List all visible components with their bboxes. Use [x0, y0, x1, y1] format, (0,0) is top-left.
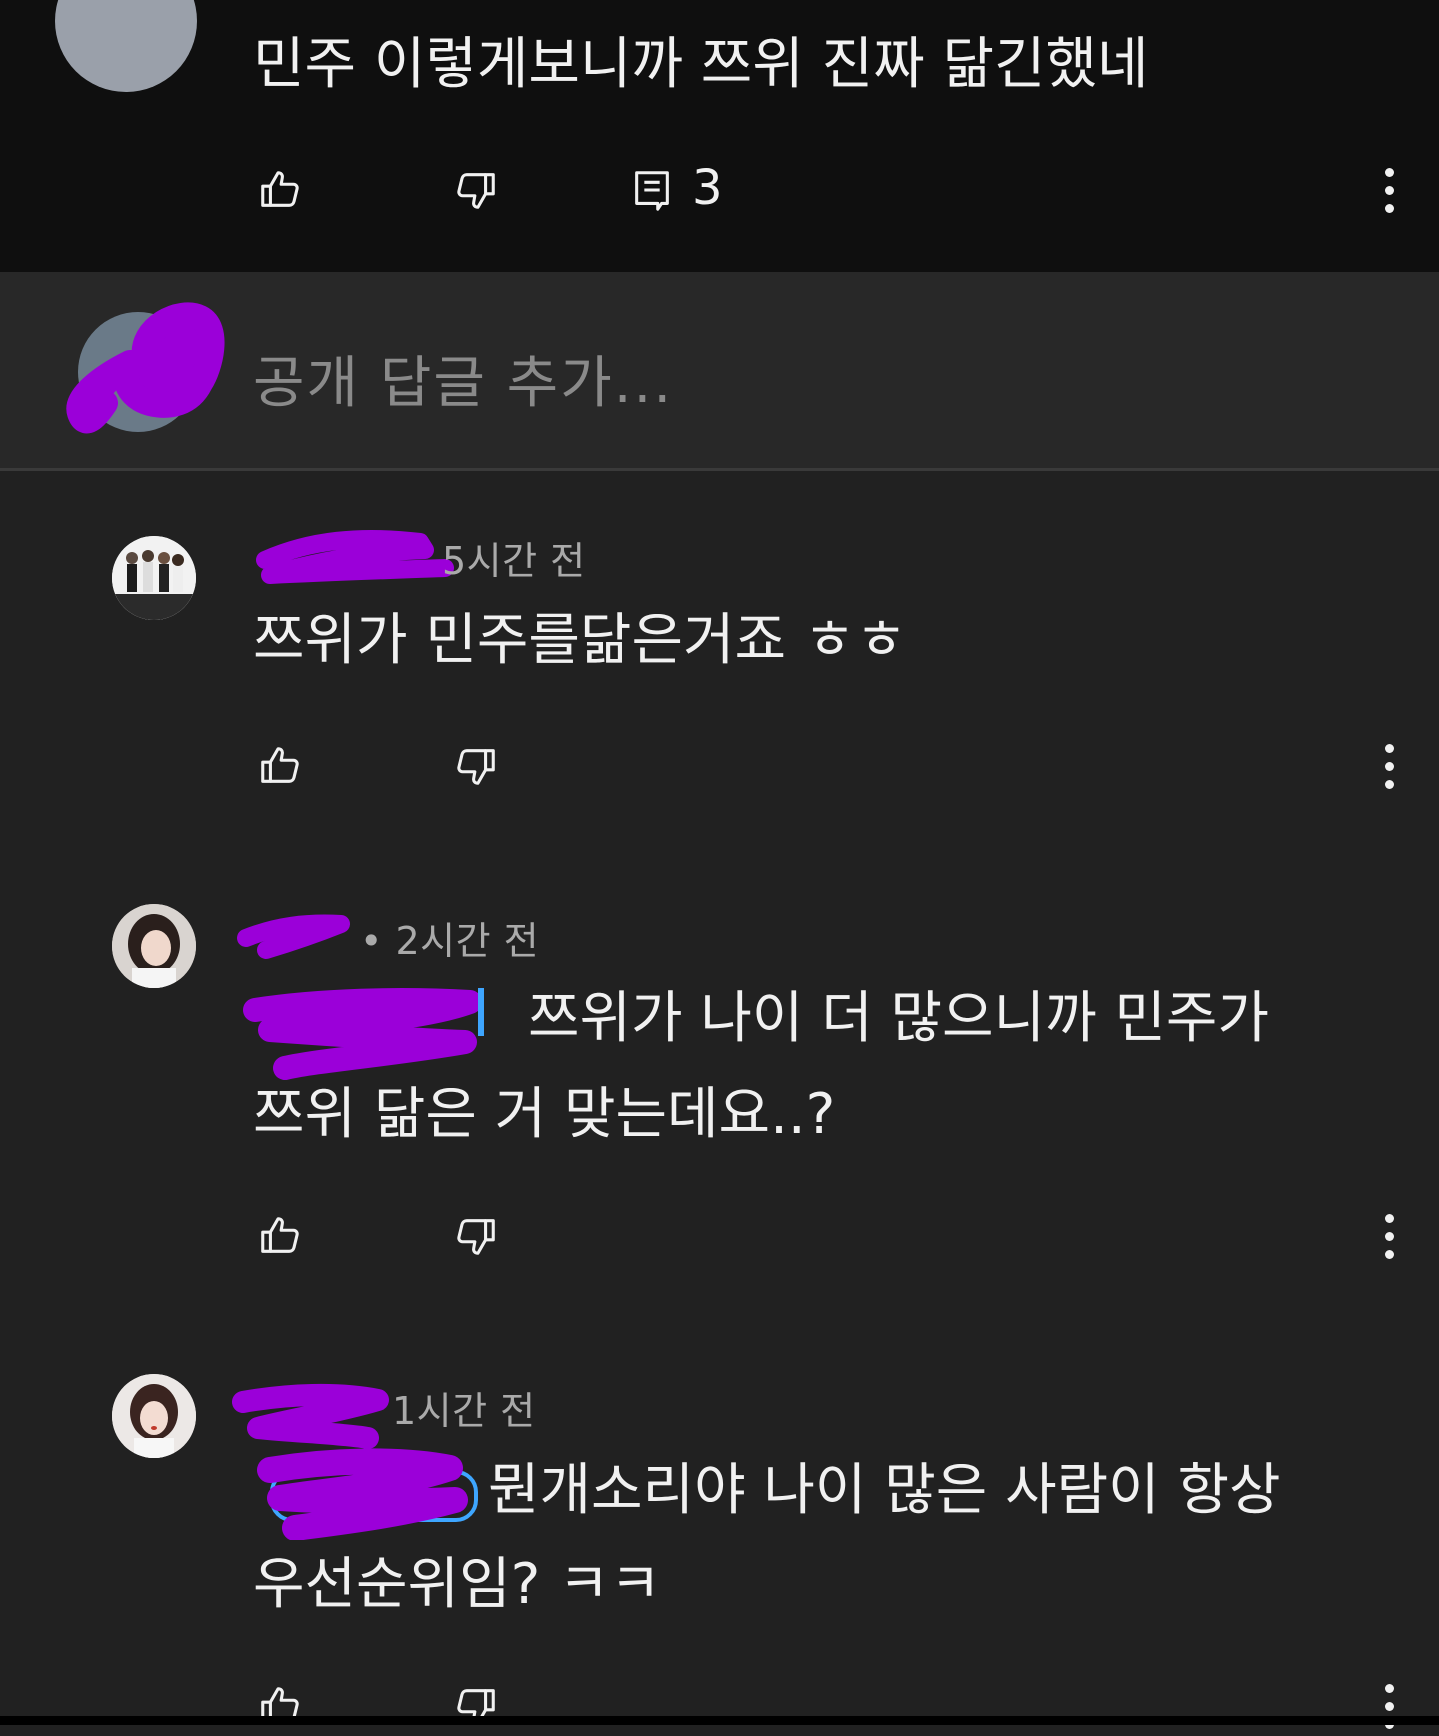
more-button[interactable] — [1379, 744, 1399, 790]
replies-button[interactable] — [622, 160, 682, 220]
reply-count: 3 — [692, 160, 723, 216]
comment-icon — [635, 171, 669, 211]
redaction-scribble — [257, 1448, 468, 1540]
thumbs-up-icon — [261, 1217, 299, 1253]
redaction-scribble — [237, 914, 350, 959]
reply-text: 쯔위 닮은 거 맞는데요..? — [253, 1082, 836, 1147]
avatar-image — [112, 536, 196, 620]
more-button[interactable] — [1379, 1214, 1399, 1260]
avatar[interactable] — [112, 904, 196, 988]
avatar[interactable] — [112, 536, 196, 620]
redaction-scribble — [66, 302, 225, 434]
mention-link[interactable] — [478, 988, 484, 1036]
dislike-button[interactable] — [446, 1206, 506, 1266]
avatar[interactable] — [55, 0, 197, 92]
reply-actions — [0, 1676, 1439, 1736]
reply-text: 쯔위가 나이 더 많으니까 민주가 — [528, 986, 1269, 1051]
parent-comment: 민주 이렇게보니까 쯔위 진짜 닮긴했네 3 — [0, 0, 1439, 272]
thumbs-up-icon — [261, 747, 299, 783]
reply-timestamp: • 2시간 전 — [360, 919, 540, 963]
reply-input-bar[interactable]: 공개 답글 추가... — [0, 272, 1439, 471]
thumbs-down-icon — [457, 749, 495, 785]
reply-input-placeholder: 공개 답글 추가... — [253, 351, 674, 416]
reply-text: 쯔위가 민주를닮은거죠 ㅎㅎ — [253, 608, 907, 673]
dislike-button[interactable] — [446, 160, 506, 220]
dislike-button[interactable] — [446, 1676, 506, 1736]
reply-actions — [0, 1206, 1439, 1266]
like-button[interactable] — [250, 160, 310, 220]
dislike-button[interactable] — [446, 736, 506, 796]
reply-text: 뭔개소리야 나이 많은 사람이 항상 — [488, 1458, 1281, 1523]
avatar[interactable] — [112, 1374, 196, 1458]
more-vert-icon — [1384, 1684, 1394, 1693]
like-button[interactable] — [250, 1676, 310, 1736]
redaction-scribble — [243, 988, 482, 1080]
like-button[interactable] — [250, 736, 310, 796]
reply-text: 우선순위임? ㅋㅋ — [253, 1552, 662, 1617]
reply-timestamp: 5시간 전 — [442, 539, 586, 583]
comment-text: 민주 이렇게보니까 쯔위 진짜 닮긴했네 — [253, 32, 1149, 97]
more-vert-icon — [1384, 168, 1394, 177]
thumbs-down-icon — [457, 173, 495, 209]
comment-actions: 3 — [0, 160, 1439, 220]
like-button[interactable] — [250, 1206, 310, 1266]
redaction-scribble — [256, 530, 454, 584]
avatar-image — [112, 904, 196, 988]
reply-timestamp: 1시간 전 — [392, 1389, 536, 1433]
more-vert-icon — [1384, 1214, 1394, 1223]
thumbs-up-icon — [261, 171, 299, 207]
more-vert-icon — [1384, 744, 1394, 753]
avatar-image — [112, 1374, 196, 1458]
thumbs-down-icon — [457, 1219, 495, 1255]
bottom-edge — [0, 1716, 1439, 1725]
more-button[interactable] — [1379, 168, 1399, 214]
reply-actions — [0, 736, 1439, 796]
